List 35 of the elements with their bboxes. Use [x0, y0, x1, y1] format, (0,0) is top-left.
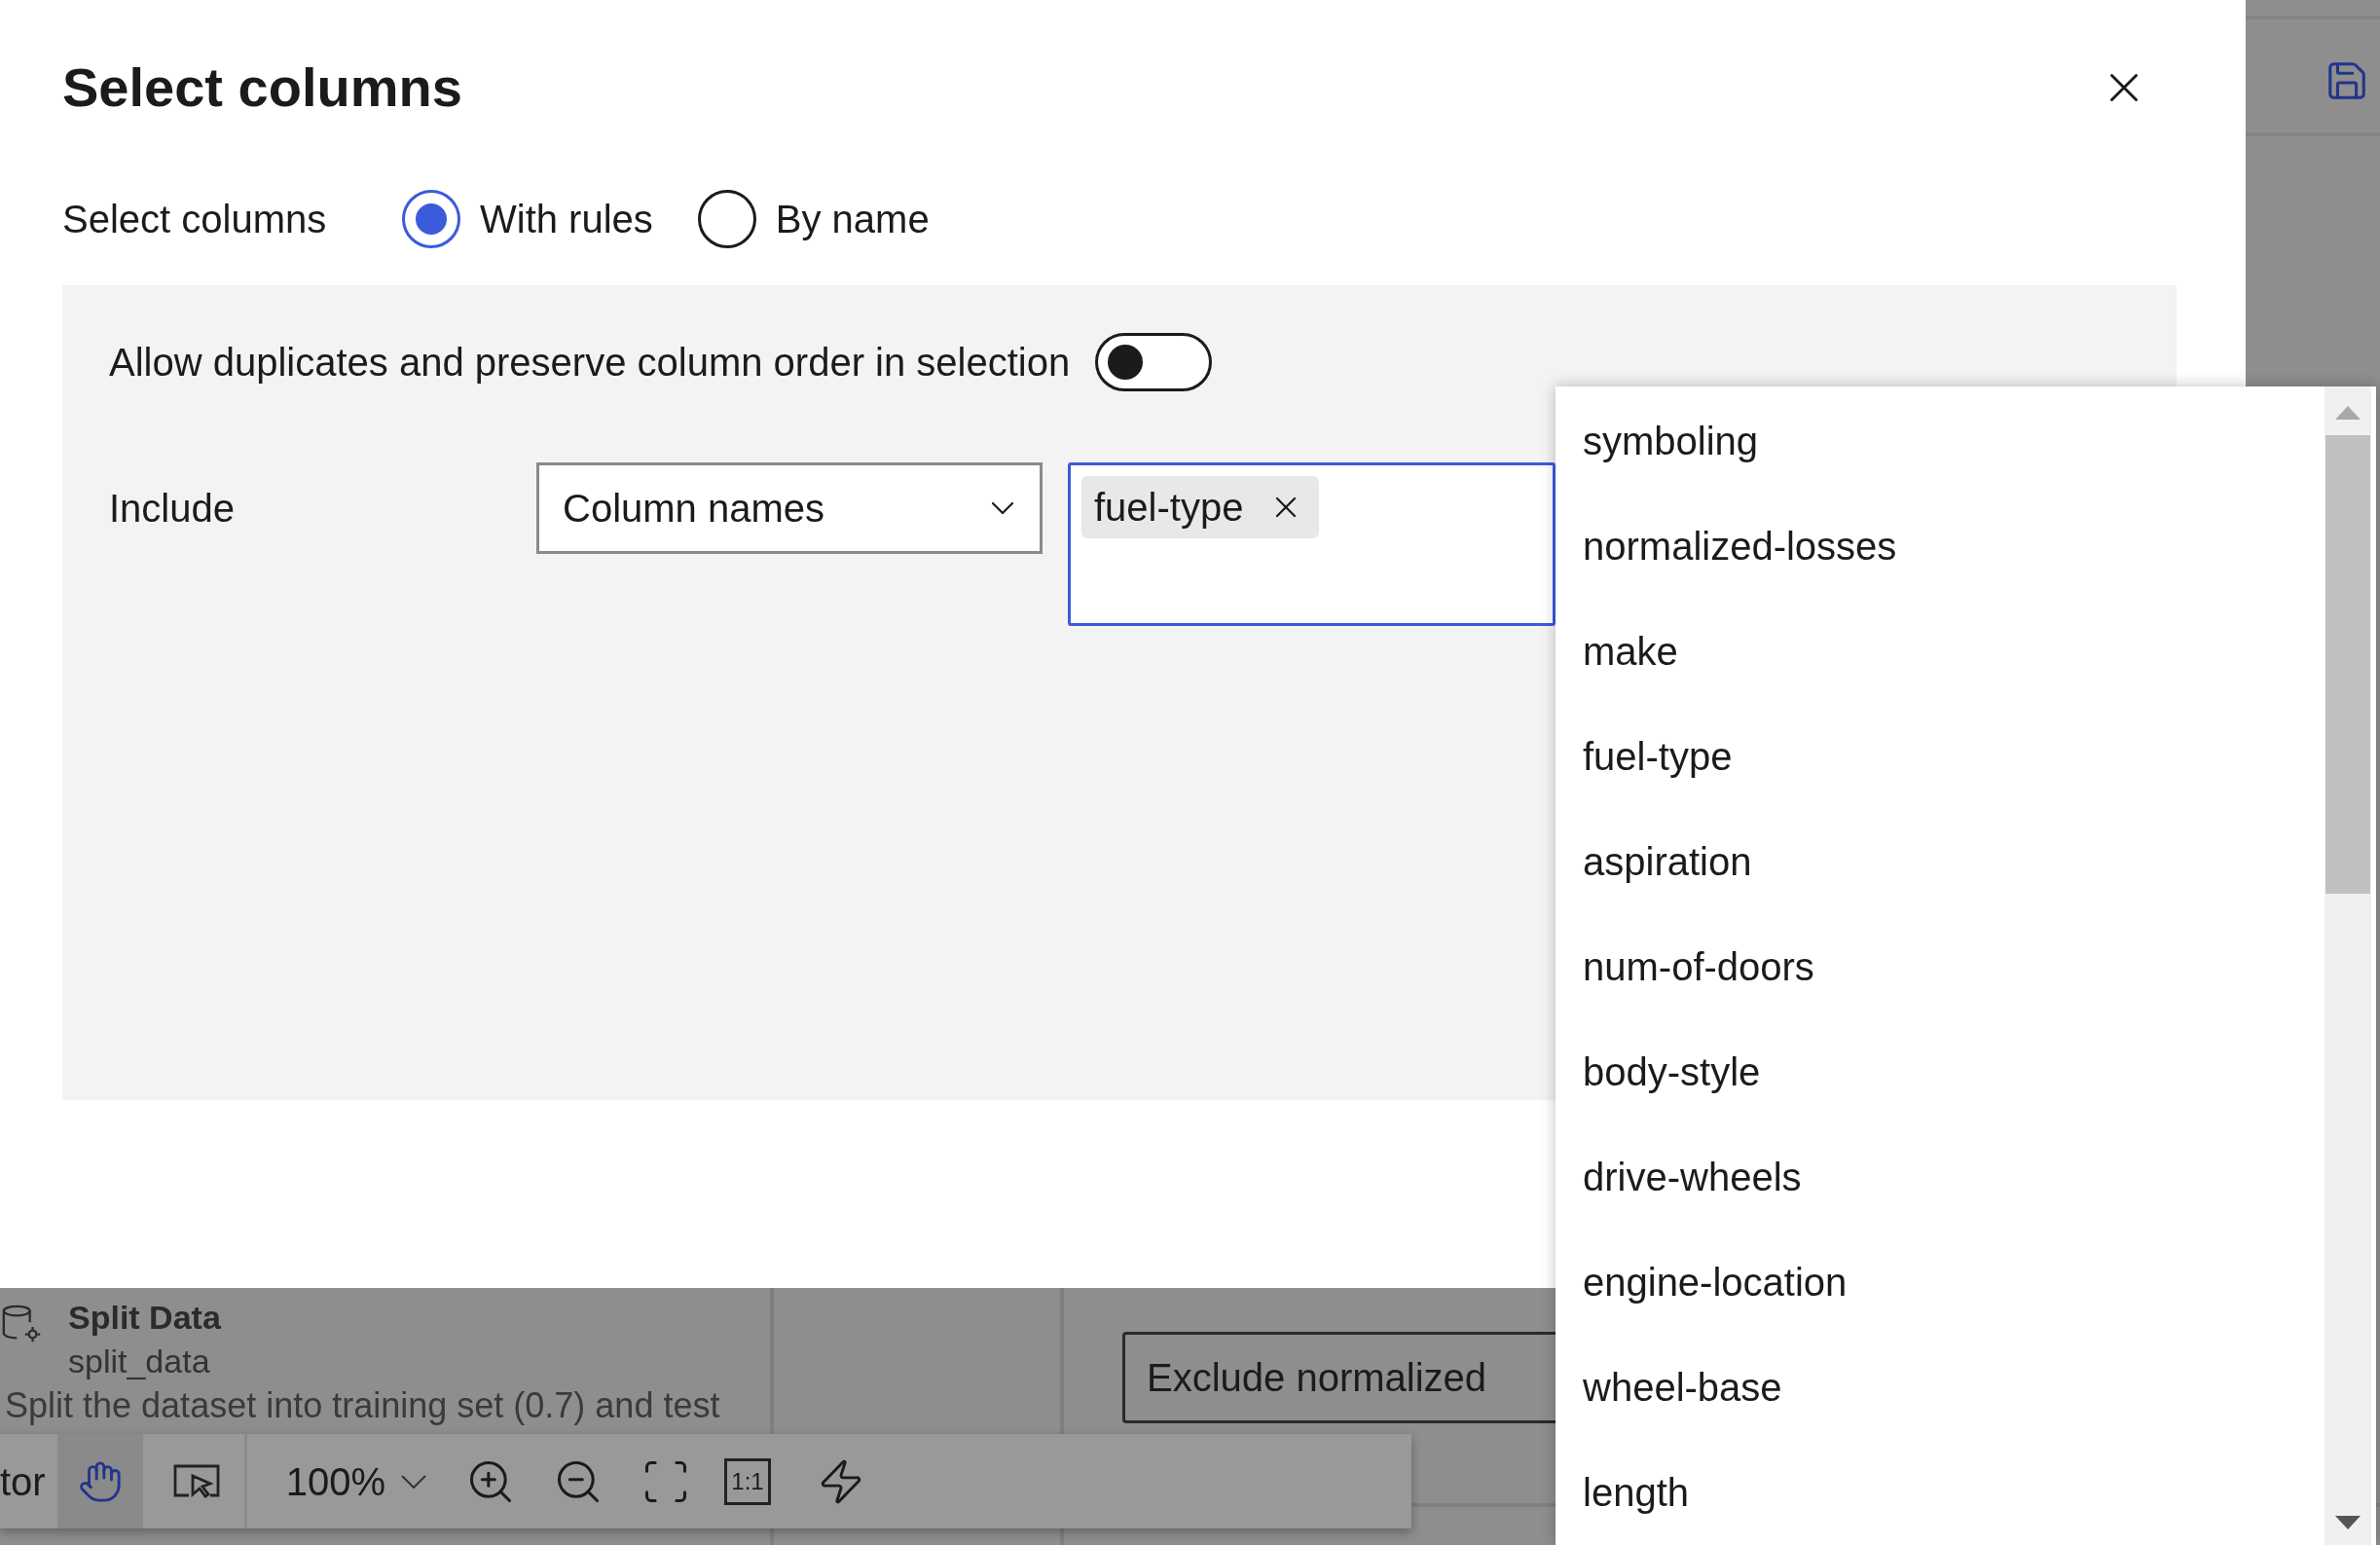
toggle-label: Allow duplicates and preserve column order in selection: [109, 340, 1071, 386]
radio-button[interactable]: [697, 190, 756, 248]
hand-icon: [77, 1458, 123, 1504]
column-tags-field[interactable]: fuel-type: [1068, 462, 1556, 626]
column-option[interactable]: wheel-base: [1583, 1358, 1782, 1416]
dialog-title: Select columns: [62, 55, 462, 120]
scroll-down-icon[interactable]: [2335, 1516, 2361, 1529]
column-type-dropdown[interactable]: Column names: [536, 462, 1043, 554]
column-option[interactable]: body-style: [1583, 1043, 1761, 1101]
zoom-dropdown[interactable]: 100%: [285, 1452, 426, 1511]
selection-mode-label: Select columns: [62, 197, 328, 242]
column-option[interactable]: symboling: [1583, 412, 1759, 470]
actual-size-button[interactable]: 1:1: [724, 1457, 771, 1505]
tag-label: fuel-type: [1094, 485, 1244, 531]
toggle-switch[interactable]: [1095, 333, 1213, 391]
column-option[interactable]: length: [1583, 1463, 1689, 1522]
module-description: Split the dataset into training set (0.7) and test: [5, 1384, 721, 1427]
scrollbar[interactable]: [2325, 386, 2371, 1545]
module-name: split_data: [68, 1342, 211, 1381]
column-option[interactable]: aspiration: [1583, 832, 1752, 891]
column-option[interactable]: normalized-losses: [1583, 517, 1897, 575]
column-option[interactable]: engine-location: [1583, 1253, 1848, 1311]
column-option[interactable]: num-of-doors: [1583, 938, 1814, 996]
include-label: Include: [109, 486, 236, 532]
chevron-down-icon: [401, 1474, 426, 1489]
pan-button[interactable]: [56, 1434, 143, 1528]
column-option[interactable]: drive-wheels: [1583, 1148, 1802, 1206]
radio-button[interactable]: [402, 190, 460, 248]
radio-option[interactable]: By name: [697, 190, 930, 248]
scrollbar-thumb[interactable]: [2325, 435, 2370, 894]
toolbar-label: tor: [0, 1458, 46, 1505]
column-option[interactable]: fuel-type: [1583, 727, 1733, 786]
column-option[interactable]: make: [1583, 622, 1678, 681]
module-title: Split Data: [68, 1298, 221, 1338]
radio-option[interactable]: With rules: [402, 190, 653, 248]
